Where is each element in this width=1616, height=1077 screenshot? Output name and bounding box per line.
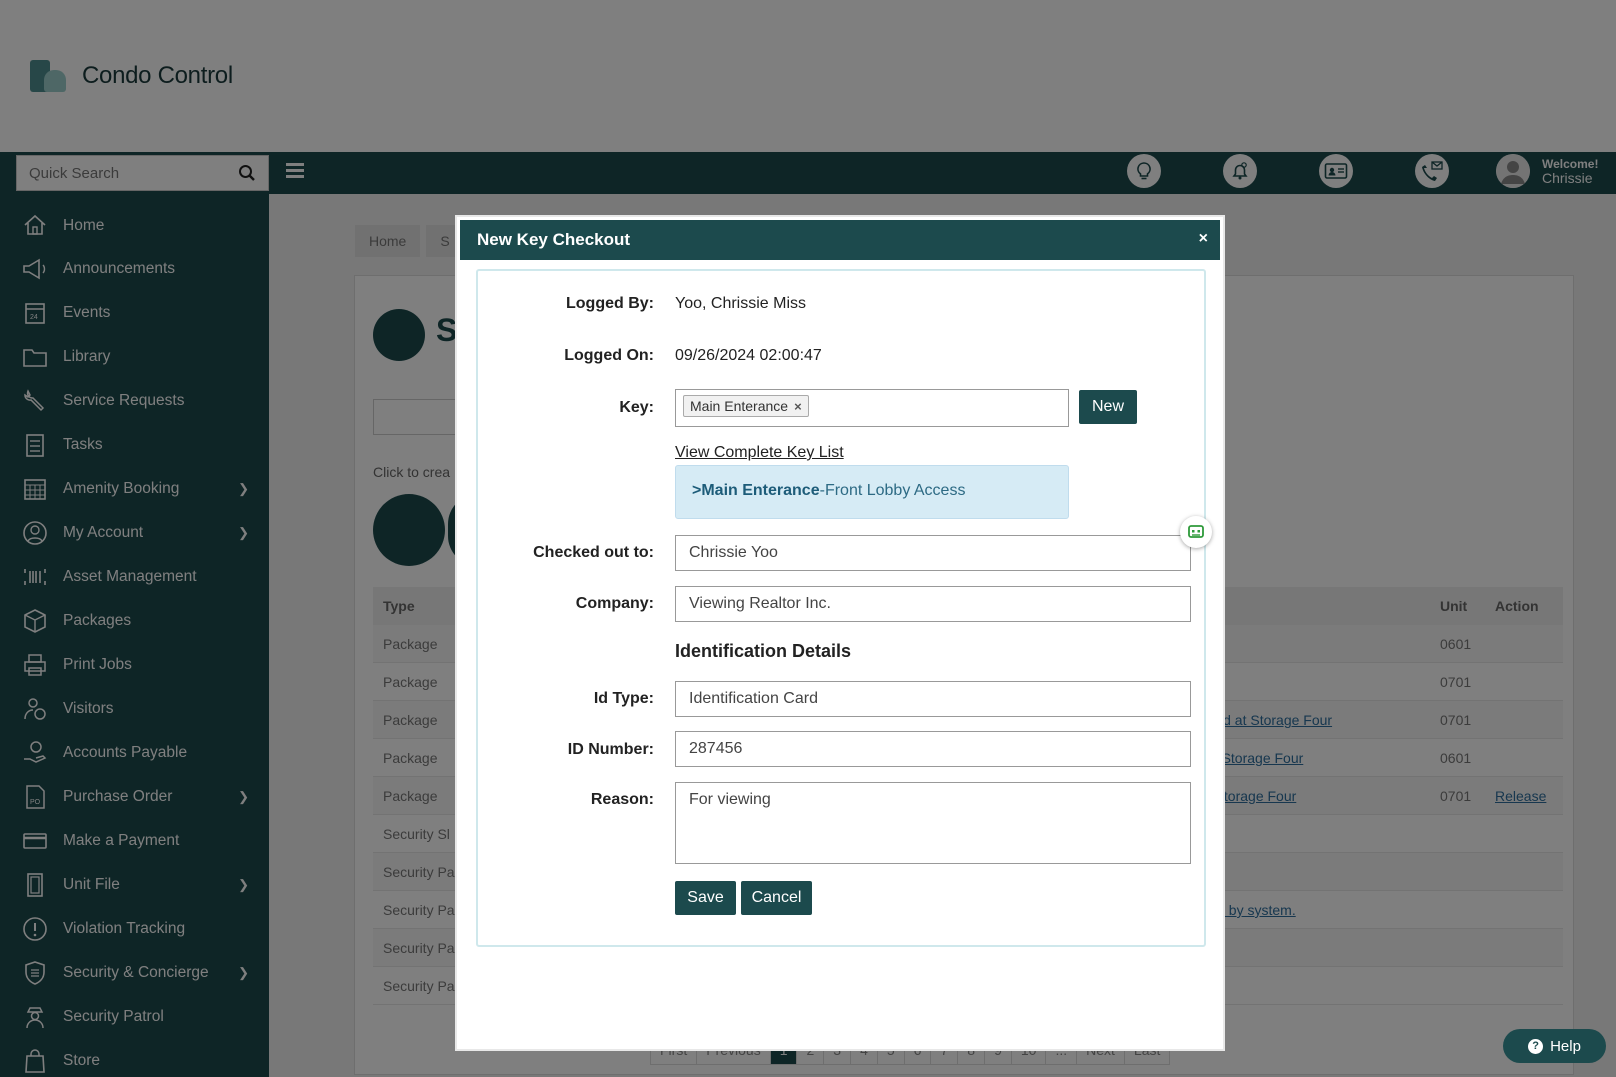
suggestion-detail: -Front Lobby Access bbox=[819, 482, 966, 499]
dialog-header: New Key Checkout × bbox=[460, 220, 1220, 260]
help-label: Help bbox=[1550, 1037, 1581, 1055]
help-button[interactable]: ? Help bbox=[1503, 1029, 1606, 1063]
suggestion-prefix: > bbox=[692, 482, 702, 499]
id-type-label: Id Type: bbox=[593, 690, 654, 707]
view-key-list-link[interactable]: View Complete Key List bbox=[675, 444, 844, 462]
company-field[interactable]: Viewing Realtor Inc. bbox=[675, 586, 1191, 622]
help-icon: ? bbox=[1528, 1038, 1544, 1054]
identification-heading: Identification Details bbox=[675, 641, 852, 661]
new-key-checkout-dialog: New Key Checkout × Logged By: Yoo, Chris… bbox=[455, 215, 1225, 1051]
checked-out-label: Checked out to: bbox=[533, 544, 654, 561]
cancel-button[interactable]: Cancel bbox=[741, 881, 812, 915]
close-icon[interactable]: × bbox=[1199, 230, 1208, 248]
checked-out-field[interactable]: Chrissie Yoo bbox=[675, 535, 1191, 571]
reason-textarea[interactable]: For viewing bbox=[675, 782, 1191, 864]
remove-tag-icon[interactable]: × bbox=[794, 399, 802, 414]
logged-on-label: Logged On: bbox=[564, 347, 654, 364]
company-label: Company: bbox=[575, 595, 654, 612]
new-key-button[interactable]: New bbox=[1079, 390, 1137, 424]
key-tag-label: Main Enterance bbox=[690, 398, 789, 414]
dialog-title: New Key Checkout bbox=[477, 230, 631, 249]
id-type-field[interactable]: Identification Card bbox=[675, 681, 1191, 717]
save-button[interactable]: Save bbox=[675, 881, 736, 915]
logged-by-value: Yoo, Chrissie Miss bbox=[675, 295, 807, 312]
id-number-field[interactable]: 287456 bbox=[675, 731, 1191, 767]
id-number-label: ID Number: bbox=[567, 741, 654, 758]
logged-on-value: 09/26/2024 02:00:47 bbox=[675, 347, 822, 364]
chat-bot-icon[interactable] bbox=[1180, 516, 1212, 548]
key-suggestion[interactable]: >Main Enterance-Front Lobby Access bbox=[675, 465, 1069, 519]
key-label: Key: bbox=[619, 399, 654, 416]
reason-label: Reason: bbox=[590, 791, 654, 808]
logged-by-label: Logged By: bbox=[566, 295, 654, 312]
key-select[interactable]: Main Enterance × bbox=[675, 389, 1069, 427]
suggestion-name: Main Enterance bbox=[701, 482, 820, 499]
key-tag: Main Enterance × bbox=[683, 395, 809, 417]
